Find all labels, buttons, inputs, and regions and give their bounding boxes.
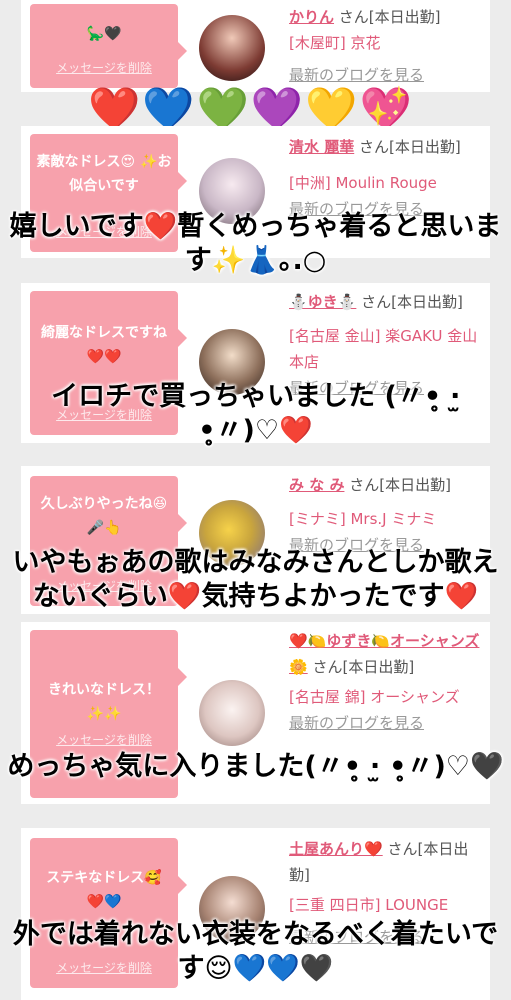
delete-message-link[interactable]: メッセージを削除 [30,56,178,80]
attendance-status: さん[本日出勤] [312,658,415,676]
message-text: ステキなドレス🥰 ❤️💙 [46,870,162,910]
shop-area[interactable]: [三重 四日市] LOUNGE [289,892,485,918]
overlay-caption: めっちゃ気に入りました(〃•̥̥̥ ‧̫ •̥̥̥〃)♡🖤 [7,751,504,782]
attendance-status: さん[本日出勤] [338,8,441,26]
cast-name[interactable]: み な み [289,476,344,494]
message-text: 綺麗なドレスですね❤️❤️ [41,325,167,365]
message-text: きれいなドレス！ ✨✨ [48,682,160,722]
overlay-caption: 外では着れない衣装をなるべく着たいです😌💙💙🖤 [12,919,499,984]
overlay-caption: いやもぉあの歌はみなみさんとしか歌えないぐらい❤️気持ちよかったです❤️ [12,547,499,612]
attendance-status: さん[本日出勤] [361,293,463,311]
message-text: 久しぶりやったね😆🎤👆 [40,496,168,536]
cast-name[interactable]: 土屋あんり❤️ [289,840,383,858]
message-text: 素敵なドレス😍 ✨お似合いです [36,154,172,194]
shop-area[interactable]: [中洲] Moulin Rouge [289,170,485,196]
card-karin: 🦕🖤 メッセージを削除 かりん さん[本日出勤] [木屋町] 京花 最新のブログ… [21,0,490,92]
shop-area[interactable]: [ミナミ] Mrs.J ミナミ [289,506,485,532]
message-text: 🦕🖤 [86,26,122,42]
delete-message-link[interactable]: メッセージを削除 [30,728,178,752]
avatar[interactable] [199,15,265,81]
avatar[interactable] [199,680,265,746]
attendance-status: さん[本日出勤] [359,138,461,156]
cast-name[interactable]: 清水 麗華 [289,138,354,156]
cast-name[interactable]: かりん [289,8,334,26]
overlay-caption: イロチで買っちゃいました (〃•̥̥̥ ‧̫ •̥̥̥〃)♡❤️ [51,381,460,446]
cast-name[interactable]: ⛄ゆき⛄ [289,293,356,311]
blog-link[interactable]: 最新のブログを見る [289,710,485,736]
shop-area[interactable]: [名古屋 錦] オーシャンズ [289,684,485,710]
overlay-caption: 嬉しいです❤️暫くめっちゃ着ると思います✨👗｡.○ [9,211,502,276]
message-bubble: 🦕🖤 メッセージを削除 [30,4,187,88]
attendance-status: さん[本日出勤] [349,476,451,494]
shop-area[interactable]: [木屋町] 京花 [289,30,485,56]
shop-area[interactable]: [名古屋 金山] 楽GAKU 金山本店 [289,323,485,375]
